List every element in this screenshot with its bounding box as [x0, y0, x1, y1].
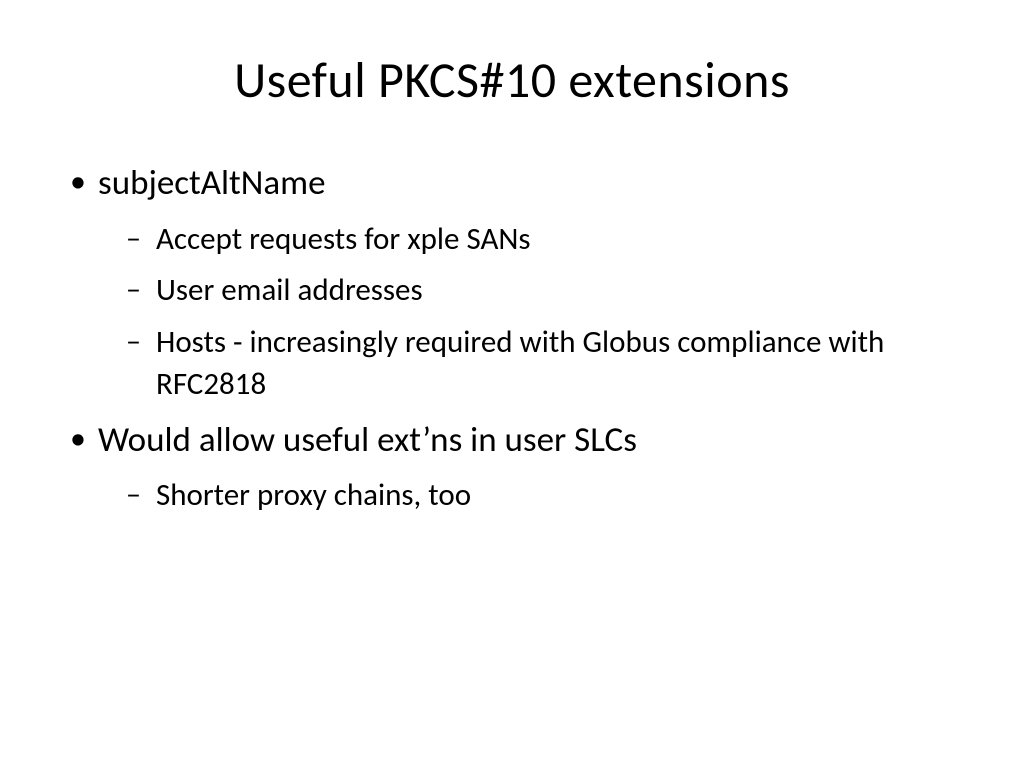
sub-list-item: Hosts - increasingly required with Globu…	[156, 322, 954, 406]
bullet-list: subjectAltName Accept requests for xple …	[70, 161, 954, 517]
list-item-text: subjectAltName	[98, 162, 326, 204]
sub-list-item: Shorter proxy chains, too	[156, 475, 954, 517]
slide-title: Useful PKCS#10 extensions	[70, 50, 954, 111]
list-item: subjectAltName Accept requests for xple …	[98, 161, 954, 406]
sub-list-item: Accept requests for xple SANs	[156, 219, 954, 261]
list-item: Would allow useful ext’ns in user SLCs S…	[98, 418, 954, 517]
sub-list: Shorter proxy chains, too	[98, 475, 954, 517]
sub-list: Accept requests for xple SANs User email…	[98, 219, 954, 406]
list-item-text: Would allow useful ext’ns in user SLCs	[98, 419, 637, 461]
sub-list-item: User email addresses	[156, 270, 954, 312]
